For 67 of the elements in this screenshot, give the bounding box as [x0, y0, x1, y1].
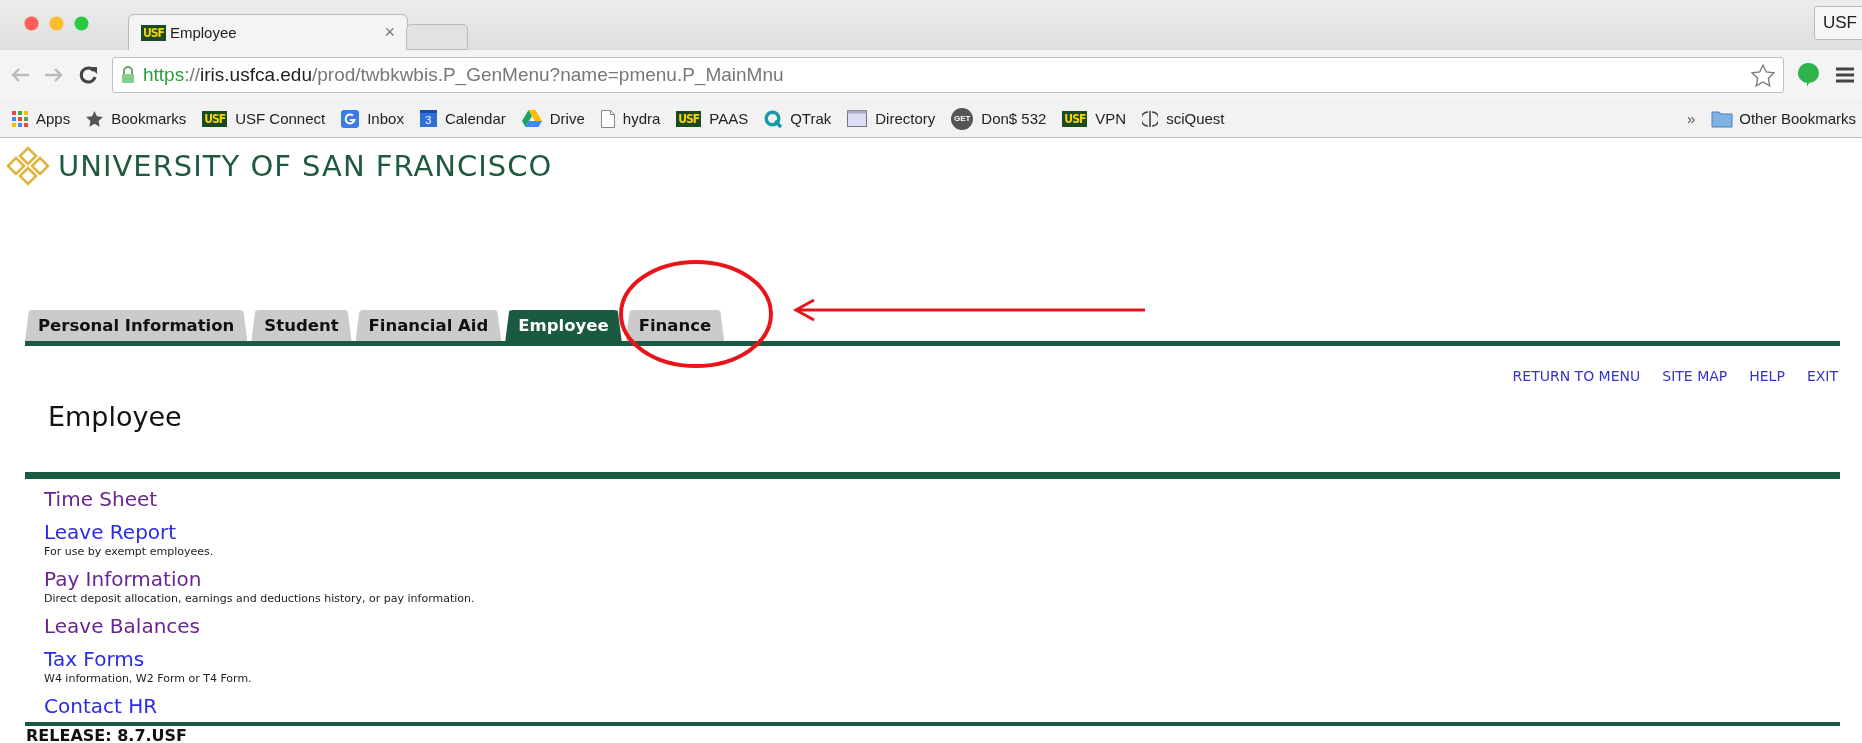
bookmark[interactable]: hydra	[600, 109, 661, 128]
nav-link[interactable]: RETURN TO MENU	[1512, 368, 1641, 384]
round-badge-icon: GET	[951, 107, 974, 130]
more-bookmarks-button[interactable]: »	[1686, 110, 1696, 127]
nav-tab[interactable]: Student	[251, 310, 352, 341]
menu-link[interactable]: Contact HR	[44, 694, 158, 719]
address-field[interactable]: https://iris.usfca.edu/prod/twbkwbis.P_GenMenu?name=pmenu.P_MainMnu	[112, 57, 1784, 93]
new-tab-button[interactable]	[406, 24, 468, 50]
menu-icon[interactable]	[1836, 67, 1854, 83]
bookmark[interactable]: Drive	[521, 110, 585, 127]
close-window-icon[interactable]	[24, 16, 39, 31]
favicon-icon: USF	[141, 24, 166, 41]
bookmark[interactable]: QTrak	[764, 109, 832, 128]
bookmark[interactable]: Apps	[12, 110, 71, 127]
zoom-window-icon[interactable]	[74, 16, 89, 31]
bookmark[interactable]: GET Don$ 532	[951, 107, 1047, 130]
link-description: W4 information, W2 Form or T4 Form.	[44, 672, 252, 686]
reload-icon[interactable]	[78, 65, 98, 85]
bookmark[interactable]: Directory	[847, 110, 936, 127]
nav-link[interactable]: HELP	[1749, 368, 1785, 384]
lock-icon	[121, 66, 135, 84]
nav-tab[interactable]: Employee	[505, 310, 622, 341]
google-icon	[341, 109, 360, 128]
menu-link[interactable]: Pay Information	[44, 567, 202, 592]
back-icon[interactable]	[10, 67, 30, 83]
bookmark[interactable]: Inbox	[341, 109, 404, 128]
page-heading: Employee	[48, 401, 183, 432]
logo-badge-icon: USF	[676, 110, 702, 127]
link-description: Direct deposit allocation, earnings and deductions history, or pay information.	[44, 592, 475, 606]
calendar-icon: 3	[419, 110, 437, 127]
nav-tab[interactable]: Personal Information	[25, 310, 248, 341]
speech-bubble-icon[interactable]	[1798, 62, 1820, 88]
university-name: UNIVERSITY OF SAN FRANCISCO	[58, 149, 553, 183]
release-label: RELEASE: 8.7.USF	[26, 726, 189, 743]
page-icon	[600, 109, 615, 128]
q-icon	[764, 109, 783, 128]
nav-link[interactable]: EXIT	[1806, 368, 1838, 384]
bookmark[interactable]: USF PAAS	[676, 110, 749, 127]
close-tab-icon[interactable]: ×	[384, 22, 395, 43]
minimize-window-icon[interactable]	[49, 16, 64, 31]
nav-tab[interactable]: Finance	[625, 310, 725, 341]
bookmark[interactable]: sciQuest	[1142, 109, 1225, 128]
nav-tab[interactable]: Financial Aid	[355, 310, 502, 341]
nav-link[interactable]: SITE MAP	[1662, 368, 1728, 384]
folder-icon	[1711, 109, 1734, 128]
drive-icon	[521, 110, 542, 127]
bookmark[interactable]: USF USF Connect	[202, 110, 326, 127]
bookmark[interactable]: USF VPN	[1062, 110, 1127, 127]
logo-badge-icon: USF	[202, 110, 228, 127]
menu-link[interactable]: Leave Balances	[44, 614, 201, 639]
circle-bars-icon	[1142, 109, 1159, 128]
star-outline-icon[interactable]	[1751, 63, 1775, 87]
apps-grid-icon	[12, 110, 28, 127]
menu-link[interactable]: Time Sheet	[44, 487, 158, 512]
link-description: For use by exempt employees.	[44, 545, 214, 559]
menu-link[interactable]: Tax Forms	[44, 647, 145, 672]
browser-tab[interactable]: USF Employee ×	[128, 14, 408, 50]
bookmark[interactable]: Bookmarks	[86, 110, 187, 127]
profile-button[interactable]: USF	[1814, 6, 1862, 40]
window-icon	[847, 110, 868, 127]
logo-icon	[6, 146, 50, 186]
bookmark-folder[interactable]: Other Bookmarks	[1711, 109, 1856, 128]
bookmark[interactable]: 3 Calendar	[419, 110, 506, 127]
menu-link[interactable]: Leave Report	[44, 520, 177, 545]
star-icon	[86, 110, 104, 127]
forward-icon[interactable]	[44, 67, 64, 83]
logo-badge-icon: USF	[1062, 110, 1088, 127]
